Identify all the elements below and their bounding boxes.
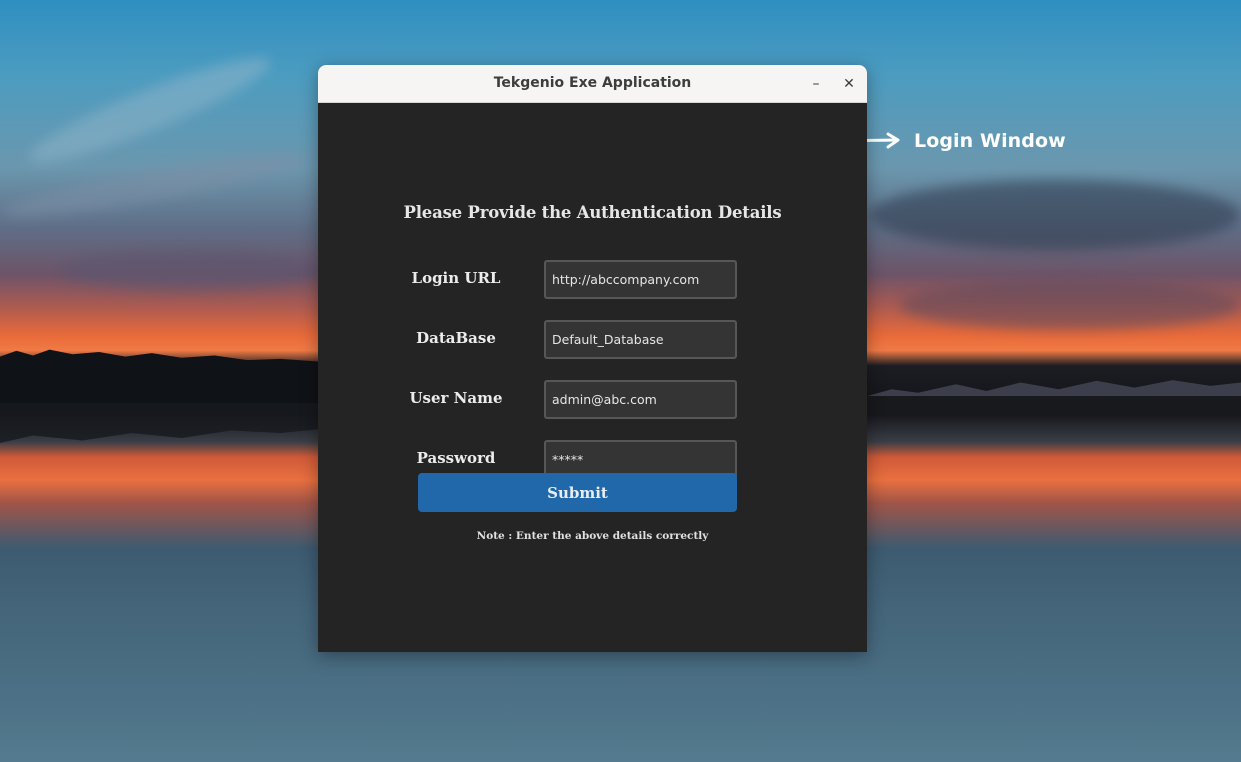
login-url-label: Login URL xyxy=(411,269,501,287)
login-window: Tekgenio Exe Application – ✕ Please Prov… xyxy=(318,65,867,652)
close-button[interactable]: ✕ xyxy=(838,73,860,95)
login-url-input[interactable] xyxy=(544,260,737,299)
cloud-streak xyxy=(60,250,320,290)
desktop-background: Login Window Tekgenio Exe Application – … xyxy=(0,0,1241,762)
database-input[interactable] xyxy=(544,320,737,359)
window-titlebar[interactable]: Tekgenio Exe Application – ✕ xyxy=(318,65,867,103)
username-label: User Name xyxy=(409,389,503,407)
treeline-silhouette xyxy=(0,349,330,403)
form-heading: Please Provide the Authentication Detail… xyxy=(403,203,782,222)
close-icon: ✕ xyxy=(843,76,855,92)
water-reflection xyxy=(0,403,330,443)
cloud-streak xyxy=(870,180,1240,250)
annotation-label: Login Window xyxy=(914,130,1066,152)
shoreline xyxy=(861,396,1241,414)
password-label: Password xyxy=(416,449,496,467)
minimize-icon: – xyxy=(812,76,820,92)
database-label: DataBase xyxy=(416,329,496,347)
login-form: Please Provide the Authentication Detail… xyxy=(318,103,867,652)
submit-button[interactable]: Submit xyxy=(418,473,737,512)
window-title: Tekgenio Exe Application xyxy=(493,75,692,91)
form-note: Note : Enter the above details correctly xyxy=(476,530,709,542)
minimize-button[interactable]: – xyxy=(805,73,827,95)
cloud-streak xyxy=(900,280,1240,330)
username-input[interactable] xyxy=(544,380,737,419)
